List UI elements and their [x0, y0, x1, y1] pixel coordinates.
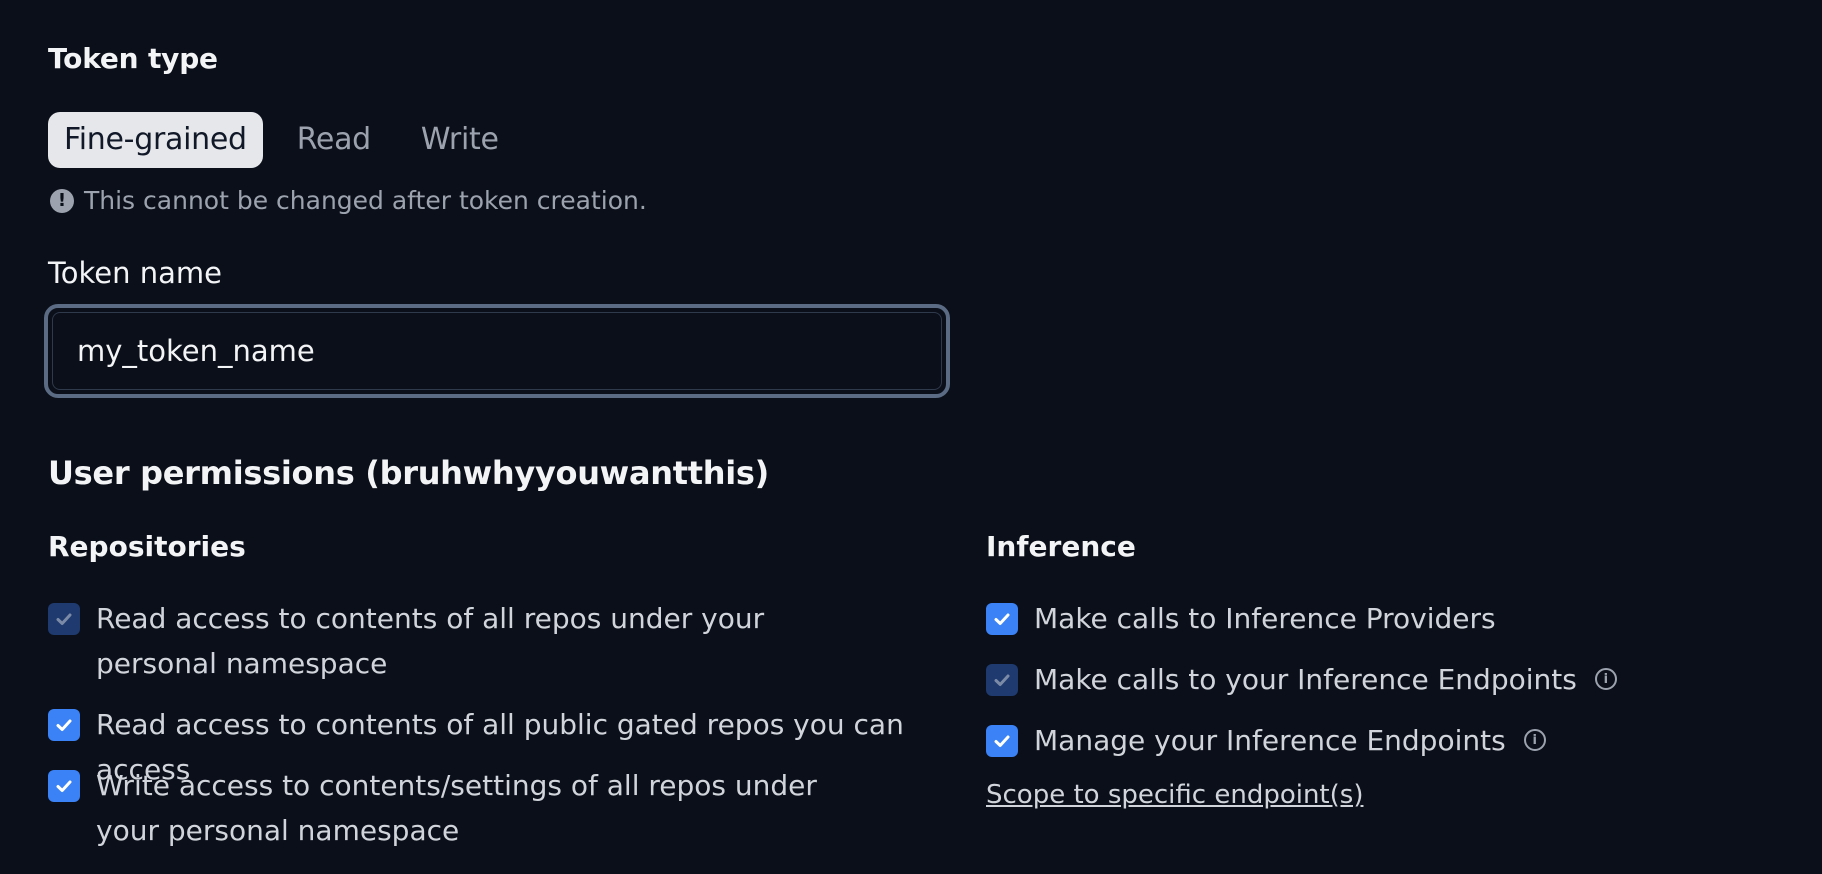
- token-name-label: Token name: [48, 256, 222, 290]
- info-icon[interactable]: i: [1523, 729, 1546, 751]
- token-settings-page: Token type Fine-grained Read Write ! Thi…: [0, 0, 1822, 874]
- exclamation-circle-icon: !: [50, 188, 74, 213]
- repo-write-personal-checkbox[interactable]: [48, 770, 80, 802]
- inference-manage-endpoints-checkbox[interactable]: [986, 725, 1018, 757]
- inference-perm-providers: Make calls to Inference Providers: [986, 596, 1496, 641]
- tab-read[interactable]: Read: [281, 112, 387, 168]
- inference-providers-label: Make calls to Inference Providers: [1034, 602, 1496, 635]
- repo-read-personal-checkbox[interactable]: [48, 603, 80, 635]
- token-type-notice: ! This cannot be changed after token cre…: [50, 186, 647, 215]
- token-name-focus-ring: [44, 304, 950, 398]
- inference-title: Inference: [986, 530, 1136, 563]
- repo-write-personal-label: Write access to contents/settings of all…: [96, 769, 817, 847]
- check-icon: [994, 613, 1010, 625]
- check-icon: [994, 674, 1010, 686]
- notice-text: This cannot be changed after token creat…: [84, 186, 647, 215]
- check-icon: [56, 613, 72, 625]
- check-icon: [56, 719, 72, 731]
- inference-perm-endpoints-calls: Make calls to your Inference Endpoints i: [986, 657, 1617, 702]
- repo-perm-write-personal: Write access to contents/settings of all…: [48, 763, 908, 853]
- inference-endpoints-calls-label: Make calls to your Inference Endpoints: [1034, 663, 1577, 696]
- inference-endpoints-calls-checkbox[interactable]: [986, 664, 1018, 696]
- repositories-title: Repositories: [48, 530, 246, 563]
- token-type-label: Token type: [48, 42, 218, 75]
- scope-endpoints-link[interactable]: Scope to specific endpoint(s): [986, 780, 1363, 810]
- user-permissions-title: User permissions (bruhwhyyouwantthis): [48, 454, 769, 492]
- tab-write[interactable]: Write: [405, 112, 515, 168]
- inference-manage-endpoints-label: Manage your Inference Endpoints: [1034, 724, 1506, 757]
- check-icon: [56, 780, 72, 792]
- inference-providers-checkbox[interactable]: [986, 603, 1018, 635]
- inference-perm-manage-endpoints: Manage your Inference Endpoints i: [986, 718, 1546, 763]
- check-icon: [994, 735, 1010, 747]
- token-name-input[interactable]: [52, 312, 942, 390]
- token-type-tabs: Fine-grained Read Write: [48, 112, 533, 168]
- repo-perm-read-personal: Read access to contents of all repos und…: [48, 596, 908, 686]
- repo-read-personal-label: Read access to contents of all repos und…: [96, 602, 765, 680]
- repo-read-gated-checkbox[interactable]: [48, 709, 80, 741]
- info-icon[interactable]: i: [1594, 668, 1617, 690]
- tab-fine-grained[interactable]: Fine-grained: [48, 112, 263, 168]
